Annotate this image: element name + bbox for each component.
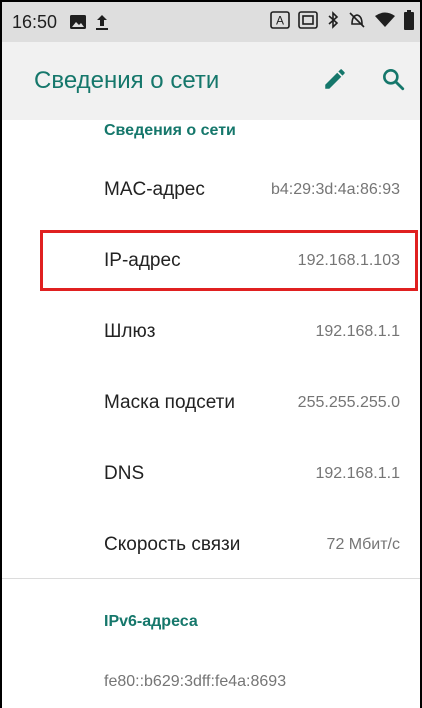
- image-icon: [69, 14, 87, 30]
- row-value: b4:29:3d:4a:86:93: [270, 181, 400, 198]
- row-mac-address[interactable]: MAC-адрес b4:29:3d:4a:86:93: [0, 155, 418, 225]
- row-value: 192.168.1.1: [315, 323, 400, 340]
- row-label: Скорость связи: [104, 534, 241, 555]
- page-title: Сведения о сети: [34, 67, 220, 94]
- ipv6-address: fe80::b629:3dff:fe4a:8693: [104, 673, 287, 690]
- row-value: 255.255.255.0: [297, 394, 400, 411]
- ip-address-highlight-box: [40, 230, 418, 291]
- row-value: 72 Мбит/с: [326, 536, 400, 553]
- app-bar: Сведения о сети: [2, 42, 420, 120]
- row-gateway[interactable]: Шлюз 192.168.1.1: [0, 297, 418, 367]
- row-label: DNS: [104, 463, 145, 484]
- section-header-ipv6: IPv6-адреса: [104, 613, 198, 630]
- row-dns[interactable]: DNS 192.168.1.1: [0, 439, 418, 509]
- wifi-icon: [374, 11, 396, 34]
- row-label: MAC-адрес: [104, 179, 205, 200]
- row-label: Шлюз: [104, 321, 156, 342]
- row-link-speed[interactable]: Скорость связи 72 Мбит/с: [0, 510, 418, 580]
- battery-icon: [404, 9, 414, 35]
- status-time: 16:50: [12, 11, 58, 32]
- status-bar: 16:50 A: [2, 2, 420, 42]
- section-divider: [2, 578, 420, 579]
- row-subnet-mask[interactable]: Маска подсети 255.255.255.0: [0, 368, 418, 438]
- bluetooth-icon: [326, 10, 340, 34]
- search-icon[interactable]: [380, 66, 406, 97]
- screenshot-icon: [298, 10, 318, 34]
- row-value: 192.168.1.1: [315, 465, 400, 482]
- section-header-network: Сведения о сети: [104, 122, 236, 139]
- row-label: Маска подсети: [104, 392, 235, 413]
- upload-icon: [95, 13, 109, 31]
- svg-text:A: A: [276, 13, 284, 27]
- edit-icon[interactable]: [322, 66, 348, 97]
- keyboard-a-icon: A: [270, 10, 290, 34]
- do-not-disturb-icon: [348, 11, 366, 34]
